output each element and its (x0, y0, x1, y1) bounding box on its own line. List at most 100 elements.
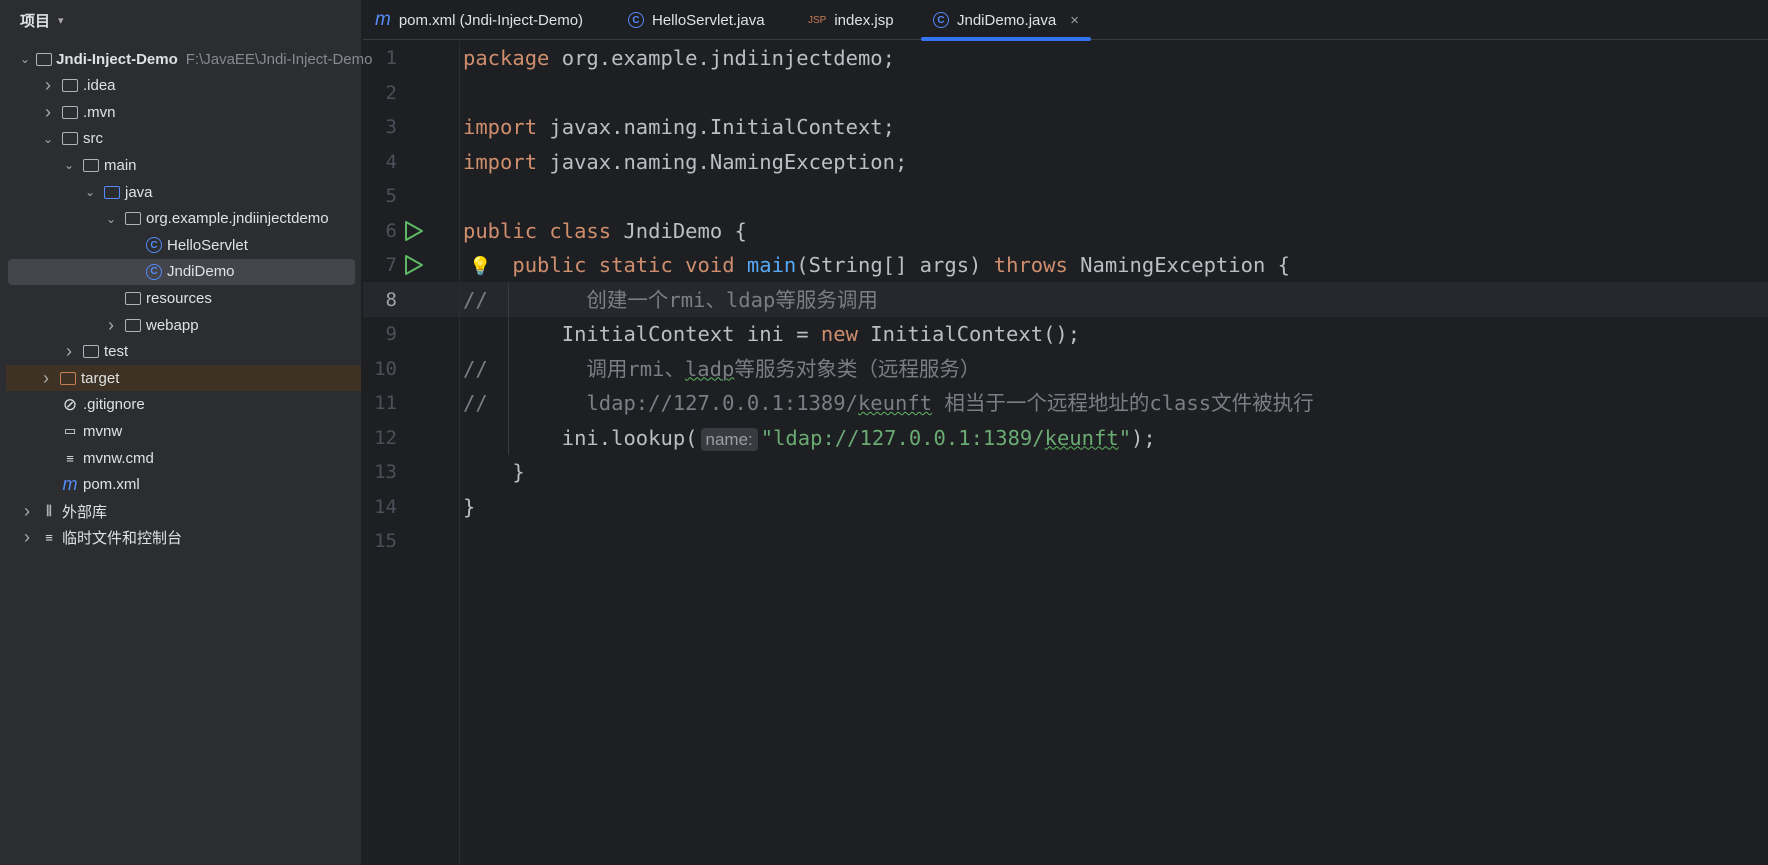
tree-item[interactable]: › .idea (8, 73, 355, 99)
tree-item[interactable]: ⊘ .gitignore (8, 392, 355, 418)
code-token: main (746, 253, 797, 277)
code-token: // 调用rmi、 (463, 356, 685, 381)
chevron-right-icon[interactable]: › (41, 102, 55, 123)
tree-item-label: main (104, 156, 137, 174)
line-number: 7 (385, 254, 397, 276)
tab-label: HelloServlet.java (652, 11, 765, 29)
shell-file-icon: ▭ (63, 423, 77, 439)
code-token: org.example.jndiinjectdemo; (561, 46, 895, 70)
chevron-down-icon[interactable]: ⌄ (41, 132, 55, 146)
tree-item[interactable]: ⌄ org.example.jndiinjectdemo (8, 206, 355, 232)
code-token: public class (463, 218, 612, 243)
sidebar-title: 项目 (20, 13, 51, 30)
tab-pom-xml[interactable]: m pom.xml (Jndi-Inject-Demo) (375, 0, 583, 40)
line-number: 9 (385, 323, 397, 345)
chevron-right-icon[interactable]: › (20, 501, 34, 522)
tree-item-label: src (83, 130, 103, 148)
code-token: javax.naming.InitialContext; (549, 115, 895, 139)
editor-tabs: m pom.xml (Jndi-Inject-Demo) C HelloServlet… (363, 0, 1768, 41)
tab-label: index.jsp (834, 11, 894, 29)
code-token: new (820, 322, 858, 346)
runnable-class-icon: C (933, 12, 949, 28)
line-number: 8 (385, 288, 397, 311)
maven-icon: m (375, 9, 391, 30)
chevron-right-icon[interactable]: › (62, 341, 76, 362)
chevron-down-icon[interactable]: ⌄ (62, 158, 76, 172)
tab-label: pom.xml (Jndi-Inject-Demo) (398, 11, 584, 29)
package-icon (124, 211, 142, 227)
code-token: // 创建一个rmi、ldap等服务调用 (463, 287, 878, 312)
chevron-right-icon[interactable]: › (104, 315, 118, 336)
code-token: ladp (684, 356, 735, 381)
tree-item-label: resources (146, 289, 212, 307)
tree-item[interactable]: ⌄ main (8, 152, 355, 178)
code-token: NamingException { (1080, 253, 1290, 277)
tab-index-jsp[interactable]: JSP index.jsp (808, 0, 894, 40)
tree-item[interactable]: › target (6, 365, 361, 392)
tree-item-label: mvnw (83, 422, 123, 440)
tree-item[interactable]: › .mvn (8, 99, 355, 125)
excluded-folder-icon (59, 370, 77, 386)
tree-item[interactable]: ⌄ java (8, 179, 355, 205)
tree-item[interactable]: › test (8, 339, 355, 365)
tree-item-label: .mvn (83, 103, 116, 121)
code-token: package (463, 46, 550, 70)
lightbulb-icon[interactable]: 💡 (469, 256, 491, 277)
ignore-file-icon: ⊘ (62, 394, 78, 414)
chevron-down-icon[interactable]: ⌄ (83, 185, 97, 199)
tree-item[interactable]: › webapp (8, 312, 355, 338)
project-view-selector[interactable]: 项目 ▾ (20, 10, 64, 31)
tree-item[interactable]: ⌄ src (8, 126, 355, 152)
tree-item-label: pom.xml (83, 476, 140, 494)
line-number: 1 (385, 47, 397, 69)
tree-item[interactable]: C HelloServlet (8, 232, 355, 258)
code-editor[interactable]: package org.example.jndiinjectdemo; impor… (463, 41, 1768, 559)
code-token: InitialContext(); (870, 322, 1081, 346)
tree-item[interactable]: › ≡ 临时文件和控制台 (8, 525, 355, 551)
line-number: 14 (374, 495, 397, 518)
scratch-icon: ≡ (45, 530, 53, 546)
folder-icon (61, 104, 79, 120)
run-icon[interactable] (403, 254, 425, 276)
chevron-right-icon[interactable]: › (20, 527, 34, 548)
tree-item[interactable]: ≡ mvnw.cmd (8, 445, 355, 471)
code-token: } (463, 494, 476, 519)
close-tab-icon[interactable]: × (1070, 12, 1079, 29)
line-number: 2 (385, 81, 397, 104)
code-line: ini.lookup(name: "ldap://127.0.0.1:1389/k… (463, 421, 1768, 456)
project-path: F:\JavaEE\Jndi-Inject-Demo (185, 50, 373, 68)
folder-icon (61, 131, 79, 147)
tree-item[interactable]: resources (8, 285, 355, 311)
code-token: "ldap://127.0.0.1:1389/ (760, 425, 1045, 450)
tree-item-label: java (125, 183, 153, 201)
code-token: // ldap://127.0.0.1:1389/ (463, 391, 858, 415)
tree-item[interactable]: m pom.xml (8, 472, 355, 498)
line-number: 15 (374, 530, 397, 552)
tree-item[interactable]: › ⫼ 外部库 (8, 498, 355, 524)
tab-helloservlet-java[interactable]: C HelloServlet.java (628, 0, 765, 40)
tree-item-label: Jndi-Inject-Demo (56, 50, 178, 68)
project-sidebar: 项目 ▾ ⌄ Jndi-Inject-Demo F:\JavaEE\Jndi-Inje… (0, 0, 372, 865)
tab-jndidemo-java[interactable]: C JndiDemo.java × (921, 0, 1091, 41)
run-icon[interactable] (403, 220, 425, 242)
chevron-right-icon[interactable]: › (41, 75, 55, 96)
code-line: public class JndiDemo { (463, 214, 1768, 249)
tree-item[interactable]: ⌄ Jndi-Inject-Demo F:\JavaEE\Jndi-Inject-D… (8, 46, 372, 72)
code-token: " (1118, 425, 1132, 450)
chevron-down-icon[interactable]: ⌄ (20, 52, 30, 66)
code-token: ini.lookup( (463, 425, 698, 450)
text-file-icon: ≡ (66, 450, 74, 466)
code-line: InitialContext ini = new InitialContext(… (463, 317, 1768, 352)
code-token: 相当于一个远程地址的class文件被执行 (932, 391, 1314, 415)
chevron-right-icon[interactable]: › (39, 368, 53, 389)
code-token: 等服务对象类（远程服务） (734, 356, 981, 381)
code-token: keunft (1044, 425, 1119, 450)
chevron-down-icon[interactable]: ⌄ (104, 212, 118, 226)
folder-icon (61, 78, 79, 94)
code-line: import javax.naming.NamingException; (463, 145, 1768, 180)
tree-item[interactable]: ▭ mvnw (8, 418, 355, 444)
tree-item-label: target (81, 369, 120, 387)
tree-item[interactable]: C JndiDemo (8, 258, 355, 285)
